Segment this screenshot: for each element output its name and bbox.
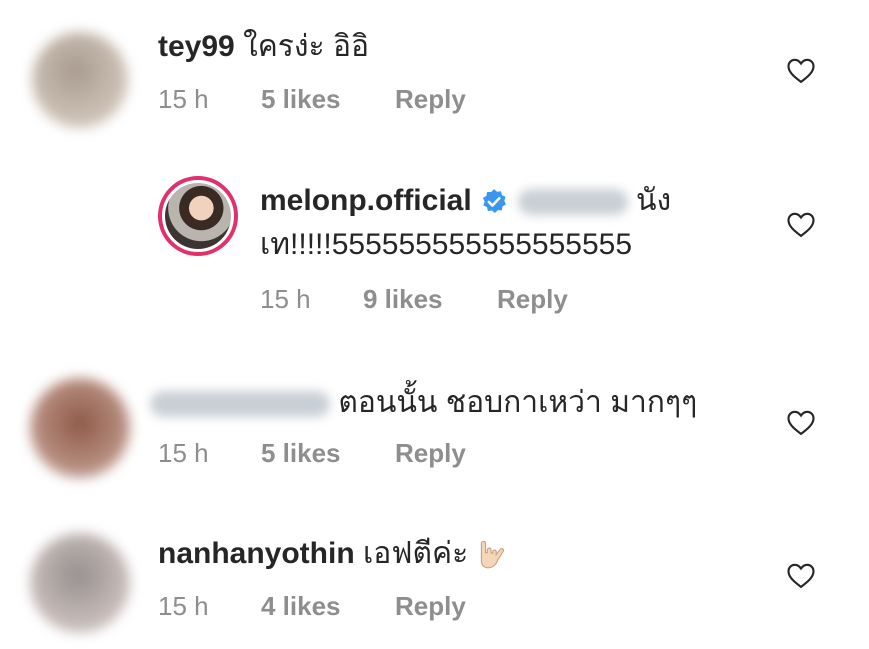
comment-item: tey99 ใครง่ะ อิอิ 15 h 5 likes Reply (0, 0, 869, 130)
comment-username-redacted[interactable] (150, 391, 330, 418)
comment-reply-item: melonp.official นัง เท!!!!!5555555555555… (0, 170, 869, 320)
comment-time: 15 h (158, 591, 209, 621)
comment-time: 15 h (158, 84, 209, 114)
avatar[interactable] (158, 176, 238, 256)
comment-meta: 15 h 5 likes Reply (158, 438, 466, 469)
reply-button[interactable]: Reply (395, 84, 466, 115)
comment-body: เอฟตีค่ะ (363, 537, 469, 570)
comment-item: ตอนนั้น ชอบกาเหว่า มากๆๆ 15 h 5 likes Repl… (0, 360, 869, 490)
comment-text-row: ตอนนั้น ชอบกาเหว่า มากๆๆ (150, 382, 697, 424)
comment-likes[interactable]: 5 likes (261, 438, 395, 469)
comment-body: ตอนนั้น ชอบกาเหว่า มากๆๆ (338, 386, 698, 419)
comment-meta: 15 h 4 likes Reply (158, 591, 466, 622)
comment-text-row: tey99 ใครง่ะ อิอิ (158, 26, 369, 68)
avatar[interactable] (30, 378, 130, 478)
comment-time: 15 h (158, 438, 209, 468)
comment-text-row-2: เท!!!!!555555555555555555 (260, 224, 632, 266)
comment-likes[interactable]: 4 likes (261, 591, 395, 622)
comment-username[interactable]: tey99 (158, 30, 235, 63)
comment-username[interactable]: nanhanyothin (158, 537, 355, 570)
heart-outline-icon[interactable] (786, 56, 816, 84)
heart-outline-icon[interactable] (786, 408, 816, 436)
comment-time: 15 h (260, 284, 311, 314)
verified-badge-icon (482, 189, 506, 214)
comment-body-line2: เท!!!!!555555555555555555 (260, 228, 633, 261)
comment-body: ใครง่ะ อิอิ (243, 30, 370, 63)
avatar[interactable] (32, 32, 128, 128)
comment-text-row: nanhanyothin เอฟตีค่ะ (158, 533, 506, 575)
avatar-photo (165, 183, 231, 249)
love-you-gesture-emoji (481, 540, 505, 569)
reply-button[interactable]: Reply (395, 591, 466, 622)
comment-meta: 15 h 5 likes Reply (158, 84, 466, 115)
comment-text-row: melonp.official นัง (260, 180, 671, 222)
heart-outline-icon[interactable] (786, 210, 816, 238)
comment-body-line1: นัง (636, 184, 672, 217)
comment-likes[interactable]: 5 likes (261, 84, 395, 115)
avatar[interactable] (30, 533, 130, 633)
comment-likes[interactable]: 9 likes (363, 284, 497, 315)
reply-button[interactable]: Reply (497, 284, 568, 315)
reply-button[interactable]: Reply (395, 438, 466, 469)
comment-meta: 15 h 9 likes Reply (260, 284, 568, 315)
comment-item: nanhanyothin เอฟตีค่ะ 15 h 4 likes Reply (0, 515, 869, 649)
comments-list: tey99 ใครง่ะ อิอิ 15 h5 likes Reply melon… (0, 0, 869, 649)
comment-username[interactable]: melonp.official (260, 184, 472, 217)
heart-outline-icon[interactable] (786, 561, 816, 589)
mentioned-username-redacted[interactable] (517, 189, 628, 216)
